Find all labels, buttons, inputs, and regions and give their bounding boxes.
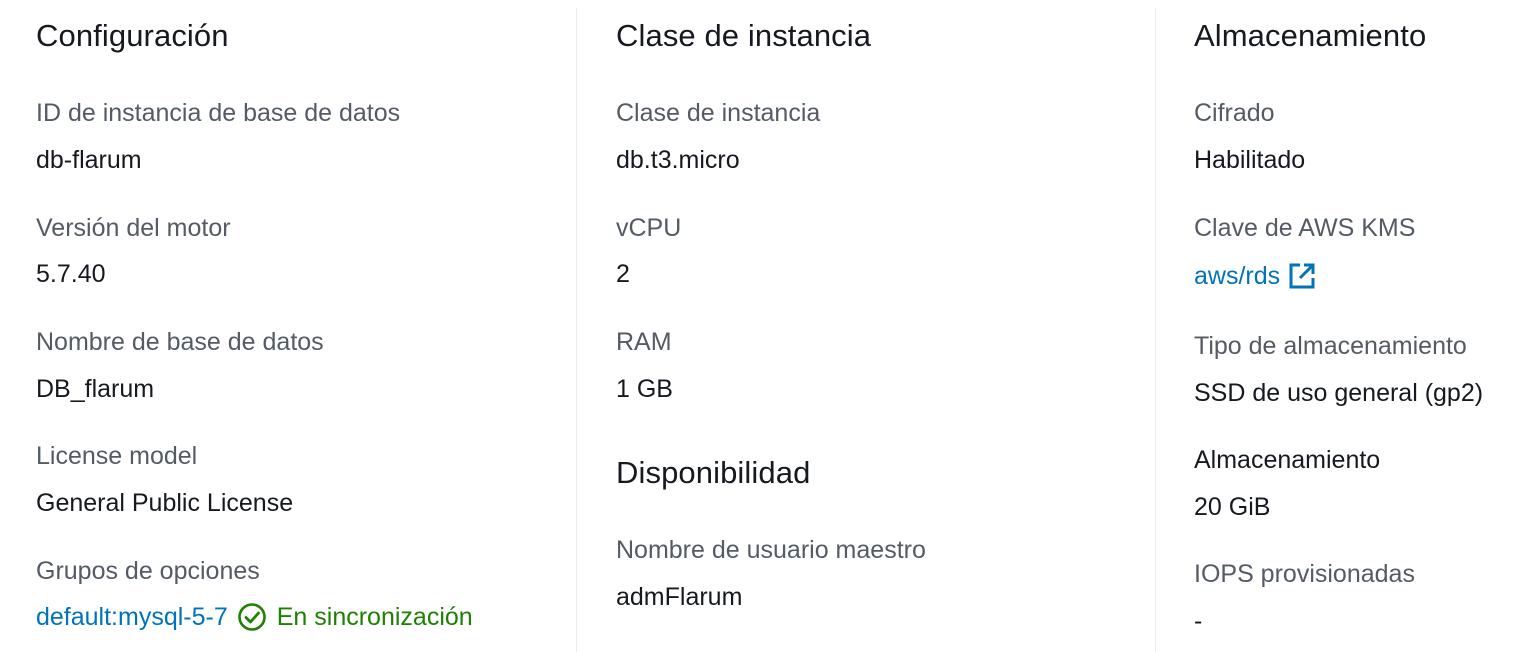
vcpu-label: vCPU: [616, 214, 682, 242]
option-group-row: default:mysql-5-7 En sincronización: [36, 601, 473, 633]
storage-type-label: Tipo de almacenamiento: [1194, 332, 1467, 360]
option-group-link[interactable]: default:mysql-5-7: [36, 601, 228, 633]
license-model-value: General Public License: [36, 489, 294, 517]
db-instance-id-value: db-flarum: [36, 146, 142, 174]
provisioned-iops-value: -: [1194, 607, 1203, 635]
db-instance-id-label: ID de instancia de base de datos: [36, 99, 401, 127]
configuration-column: Configuración ID de instancia de base de…: [36, 0, 556, 652]
ram-label: RAM: [616, 328, 672, 356]
ram-value: 1 GB: [616, 375, 673, 403]
master-username-label: Nombre de usuario maestro: [616, 536, 926, 564]
kms-key-label: Clave de AWS KMS: [1194, 214, 1416, 242]
configuration-heading: Configuración: [36, 18, 229, 53]
master-username-value: admFlarum: [616, 583, 743, 611]
storage-heading: Almacenamiento: [1194, 18, 1427, 53]
license-model-label: License model: [36, 442, 198, 470]
instance-class-heading: Clase de instancia: [616, 18, 872, 53]
column-divider: [1155, 8, 1156, 652]
database-name-value: DB_flarum: [36, 375, 155, 403]
check-circle-icon: [237, 602, 267, 632]
encryption-value: Habilitado: [1194, 146, 1306, 174]
instance-class-column: Clase de instancia Clase de instancia db…: [616, 0, 1136, 652]
engine-version-label: Versión del motor: [36, 214, 231, 242]
database-details-panel: Configuración ID de instancia de base de…: [0, 0, 1514, 652]
external-link-icon[interactable]: [1288, 262, 1316, 290]
availability-heading: Disponibilidad: [616, 455, 811, 490]
storage-type-value: SSD de uso general (gp2): [1194, 379, 1484, 407]
engine-version-value: 5.7.40: [36, 260, 106, 288]
allocated-storage-value: 20 GiB: [1194, 493, 1271, 521]
allocated-storage-label: Almacenamiento: [1194, 446, 1381, 474]
kms-key-row: aws/rds: [1194, 260, 1316, 292]
sync-status-text: En sincronización: [276, 603, 473, 631]
instance-class-label: Clase de instancia: [616, 99, 821, 127]
kms-key-link[interactable]: aws/rds: [1194, 260, 1280, 292]
provisioned-iops-label: IOPS provisionadas: [1194, 560, 1415, 588]
instance-class-value: db.t3.micro: [616, 146, 740, 174]
storage-column: Almacenamiento Cifrado Habilitado Clave …: [1194, 0, 1512, 652]
database-name-label: Nombre de base de datos: [36, 328, 324, 356]
encryption-label: Cifrado: [1194, 99, 1275, 127]
vcpu-value: 2: [616, 260, 630, 288]
column-divider: [576, 8, 577, 652]
option-groups-label: Grupos de opciones: [36, 557, 260, 585]
